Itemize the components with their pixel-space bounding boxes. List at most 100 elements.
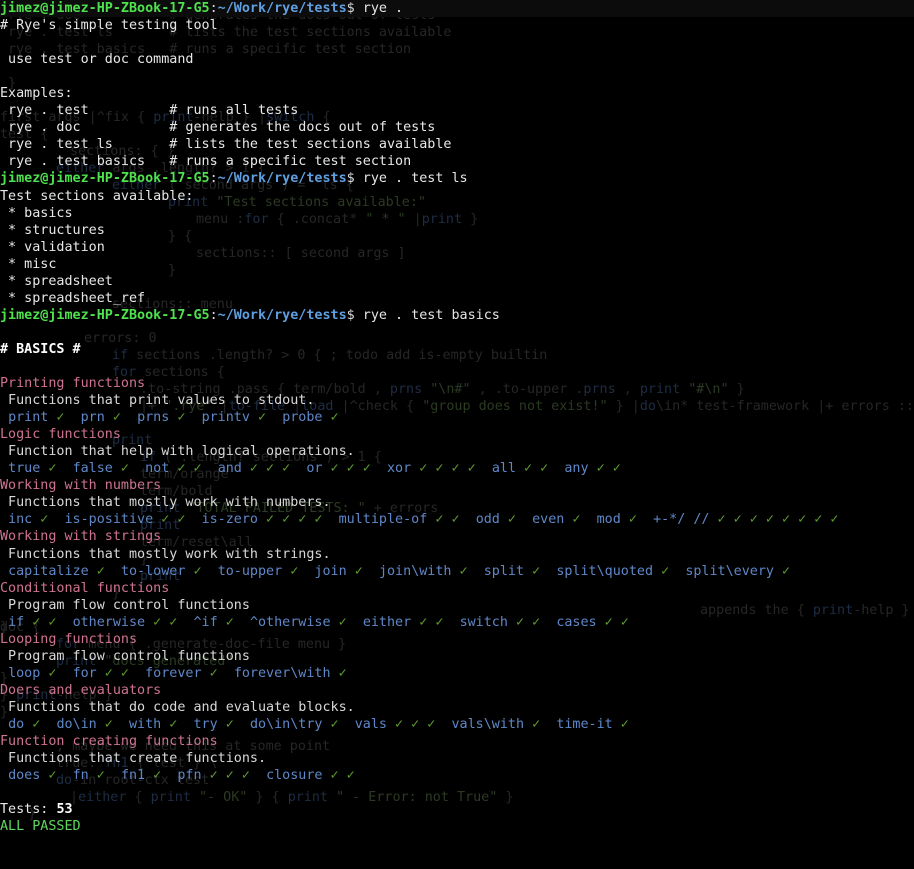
function-name: loop [8,665,41,681]
function-name: split [483,563,525,579]
check-mark: ✓ [217,716,234,732]
check-mark: ✓ [104,410,121,426]
check-mark: ✓ [524,614,541,630]
function-name: either [362,614,412,630]
terminal-output: jimez@jimez-HP-ZBook-17-G5:~/Work/rye/te… [0,0,914,835]
check-mark: ✓ [274,512,291,528]
function-name: probe [282,410,323,426]
output-line: * validation [0,239,914,256]
tests-count: 53 [56,802,73,818]
check-mark: ✓ [249,410,267,426]
prompt-user: jimez@jimez-HP-ZBook-17-G5 [0,307,210,323]
function-name: join\with [378,563,452,579]
section-description-line: Functions that mostly work with strings. [0,546,914,563]
check-mark: ✓ [499,512,516,528]
section-description-line: Functions that mostly work with numbers. [0,494,914,511]
prompt-symbol: $ [346,307,355,323]
function-name: join [314,563,347,579]
check-mark: ✓ [241,461,258,477]
function-name: print [8,410,49,426]
prompt-path: ~/Work/rye/tests [217,307,347,323]
function-name: mod [596,512,621,528]
output-text: rye . doc # generates the docs out of te… [0,120,436,136]
function-name: or [306,461,323,477]
check-mark: ✓ [40,665,57,681]
section-title: Function creating functions [0,734,218,750]
output-line: rye . test # runs all tests [0,102,914,119]
check-mark: ✓ [330,665,347,681]
check-mark: ✓ [443,512,460,528]
check-mark: ✓ [88,563,105,579]
report-heading-line: # BASICS # [0,341,914,358]
function-name: does [8,768,41,784]
check-mark: ✓ [40,461,57,477]
function-name: closure [266,768,323,784]
output-text: * spreadsheet_ref [0,290,146,306]
output-line: rye . doc # generates the docs out of te… [0,119,914,136]
check-mark: ✓ [322,461,339,477]
function-name: with [129,716,162,732]
section-title-line: Function creating functions [0,733,914,750]
section-title: Printing functions [0,376,146,392]
function-name: multiple-of [338,512,428,528]
check-mark: ✓ [145,614,162,630]
section-title: Looping functions [0,631,138,647]
check-mark: ✓ [596,614,613,630]
output-line: rye . test basics # runs a specific test… [0,153,914,170]
function-name: prn [80,410,105,426]
check-mark: ✓ [24,716,41,732]
output-text: * spreadsheet [0,273,113,289]
check-mark: ✓ [507,614,525,630]
function-name: any [564,461,589,477]
check-mark: ✓ [459,461,476,477]
function-name: and [217,461,242,477]
section-description-line: Functions that print values to stdout. [0,392,914,409]
check-mark: ✓ [427,614,444,630]
check-mark: ✓ [338,768,355,784]
function-name: capitalize [8,563,89,579]
function-name: is-zero [201,512,258,528]
section-title: Working with numbers [0,478,162,494]
function-name: otherwise [72,614,146,630]
check-mark: ✓ [169,410,186,426]
function-name: to-upper [217,563,283,579]
check-mark: ✓ [338,461,355,477]
tests-summary-line: Tests: 53 [0,801,914,818]
output-text: use test or doc command [0,52,194,68]
check-mark: ✓ [564,512,581,528]
check-mark: ✓ [443,461,460,477]
terminal-window[interactable]: rye . doc # generates the docs out of te… [0,0,914,869]
function-name: do [8,716,25,732]
function-list-line: if ✓ ✓ otherwise ✓ ✓ ^if ✓ ^otherwise ✓ … [0,614,914,631]
output-text: Examples: [0,86,73,102]
output-line: # Rye's simple testing tool [0,17,914,34]
prompt-path: ~/Work/rye/tests [217,1,347,16]
section-description: Functions that print values to stdout. [0,393,315,409]
check-mark: ✓ [709,512,726,528]
check-mark: ✓ [145,768,162,784]
check-mark: ✓ [411,461,428,477]
function-list-line: true ✓ false ✓ not ✓ ✓ and ✓ ✓ ✓ or ✓ ✓ … [0,460,914,477]
check-mark: ✓ [620,512,637,528]
check-mark: ✓ [274,461,291,477]
check-mark: ✓ [48,410,65,426]
check-mark: ✓ [330,614,347,630]
check-mark: ✓ [774,512,791,528]
check-mark: ✓ [40,768,57,784]
function-name: prns [137,410,170,426]
section-description-line: Function that help with logical operatio… [0,443,914,460]
function-name: xor [387,461,412,477]
output-line: * basics [0,205,914,222]
function-list-line: does ✓ fn ✓ fn1 ✓ pfn ✓ ✓ ✓ closure ✓ ✓ [0,767,914,784]
function-name: ^otherwise [249,614,331,630]
command-text: rye . test basics [354,307,500,323]
function-name: printv [201,410,250,426]
function-name: pfn [177,768,202,784]
output-line: * misc [0,256,914,273]
check-mark: ✓ [588,461,605,477]
section-description: Function that help with logical operatio… [0,444,355,460]
section-title-line: Working with strings [0,528,914,545]
